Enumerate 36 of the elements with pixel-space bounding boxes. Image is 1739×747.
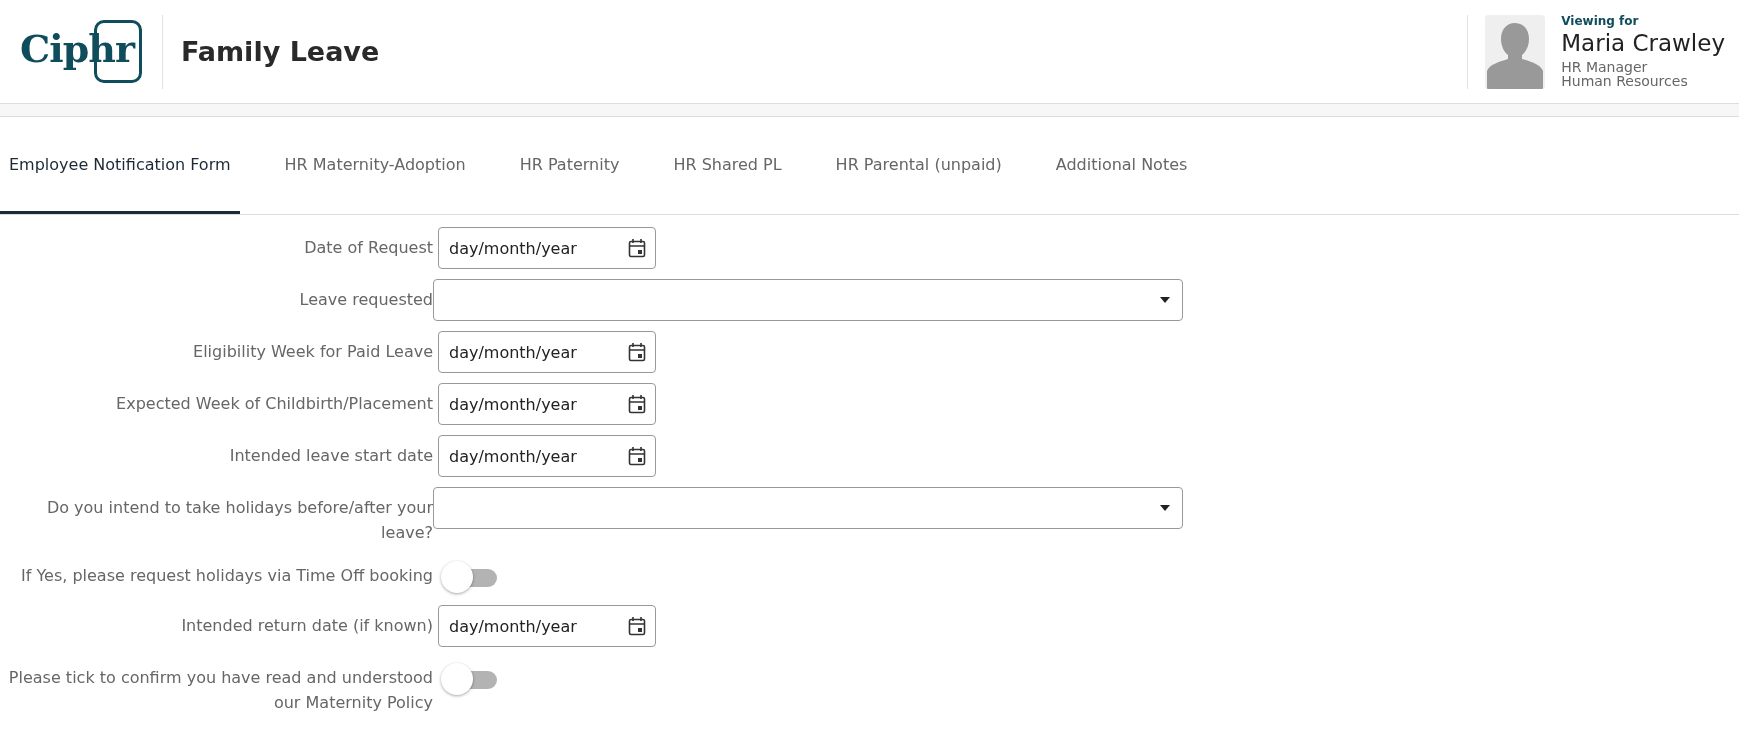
calendar-icon[interactable] (628, 394, 646, 414)
date-field[interactable]: day/month/year (438, 331, 656, 373)
viewing-for-label: Viewing for (1561, 15, 1640, 27)
field-label: Do you intend to take holidays before/after your leave? (45, 497, 433, 544)
date-field[interactable]: day/month/year (438, 605, 656, 647)
tab[interactable]: HR Maternity-Adoption (275, 117, 475, 214)
toggle-switch[interactable] (441, 561, 499, 595)
field-label: If Yes, please request holidays via Time Off booking (19, 565, 433, 587)
dropdown-caret-icon (1160, 297, 1170, 303)
page-title: Family Leave (180, 36, 380, 67)
person-department: Human Resources (1561, 74, 1689, 88)
calendar-icon[interactable] (628, 616, 646, 636)
field-label: Eligibility Week for Paid Leave (192, 341, 433, 363)
tab[interactable]: HR Paternity (510, 117, 629, 214)
calendar-icon[interactable] (628, 342, 646, 362)
date-field[interactable]: day/month/year (438, 383, 656, 425)
person-role: HR Manager (1561, 60, 1648, 74)
field-label: Intended leave start date (228, 445, 433, 467)
date-field[interactable]: day/month/year (438, 435, 656, 477)
field-label: Intended return date (if known) (180, 615, 433, 637)
tab[interactable]: Additional Notes (1046, 117, 1197, 214)
calendar-icon[interactable] (628, 446, 646, 466)
person-name: Maria Crawley (1561, 32, 1725, 55)
dropdown-field[interactable] (433, 279, 1183, 321)
tab[interactable]: HR Shared PL (664, 117, 791, 214)
tab[interactable]: Employee Notification Form (0, 117, 240, 214)
dropdown-caret-icon (1160, 505, 1170, 511)
date-field[interactable]: day/month/year (438, 227, 656, 269)
calendar-icon[interactable] (628, 238, 646, 258)
field-label: Leave requested (298, 289, 433, 311)
toggle-switch[interactable] (441, 663, 499, 697)
tab[interactable]: HR Parental (unpaid) (826, 117, 1011, 214)
field-label: Expected Week of Childbirth/Placement (115, 393, 433, 415)
field-label: Please tick to confirm you have read and understood our Maternity Policy (7, 667, 433, 714)
field-label: Date of Request (303, 237, 433, 259)
dropdown-field[interactable] (433, 487, 1183, 529)
